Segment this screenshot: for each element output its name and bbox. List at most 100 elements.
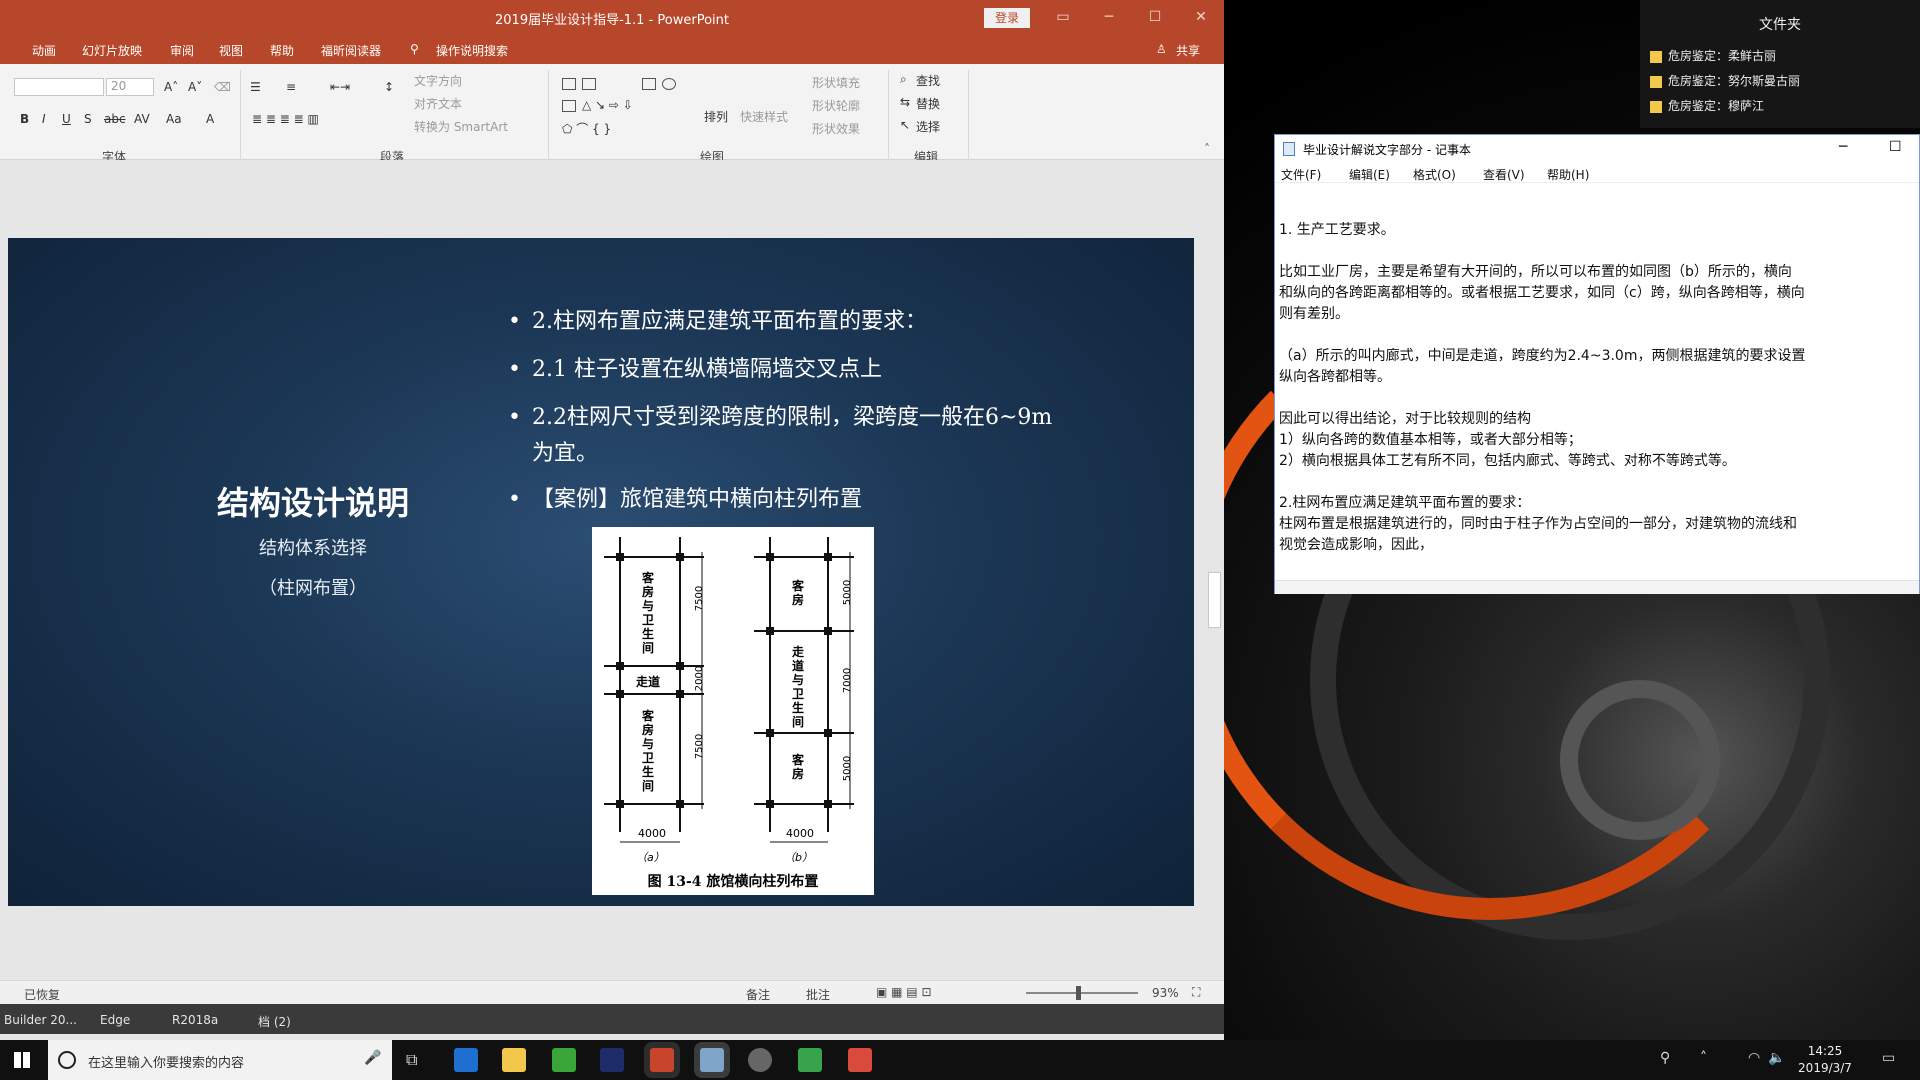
edge-icon[interactable] bbox=[454, 1048, 478, 1072]
login-button[interactable]: 登录 bbox=[984, 8, 1030, 28]
tab-review[interactable]: 审阅 bbox=[170, 42, 194, 59]
scrollbar-thumb[interactable] bbox=[1208, 572, 1221, 628]
zoom-level[interactable]: 93% bbox=[1152, 986, 1179, 1000]
app-people-icon[interactable] bbox=[748, 1048, 772, 1072]
triangle-shape-icon[interactable]: △ ↘ ⇨ ⇩ bbox=[582, 98, 633, 112]
maximize-icon[interactable]: ☐ bbox=[1140, 5, 1170, 29]
fit-slide-icon[interactable]: ⛶ bbox=[1192, 985, 1200, 1000]
clock-time[interactable]: 14:25 bbox=[1794, 1044, 1856, 1058]
share-button[interactable]: 共享 bbox=[1176, 42, 1200, 59]
bullets-icon[interactable]: ☰ bbox=[250, 80, 261, 94]
convert-smartart-button[interactable]: 转换为 SmartArt bbox=[414, 118, 508, 135]
photoshop-icon[interactable] bbox=[600, 1048, 624, 1072]
folder-item[interactable]: 危房鉴定：柔鲜古丽 bbox=[1650, 45, 1776, 67]
font-color-icon[interactable]: A bbox=[206, 112, 214, 126]
menu-file[interactable]: 文件(F) bbox=[1281, 166, 1321, 183]
select-icon: ↖ bbox=[900, 118, 911, 132]
zoom-slider-thumb[interactable] bbox=[1076, 986, 1081, 1000]
taskbar-search[interactable]: 在这里输入你要搜索的内容 🎤 bbox=[48, 1040, 392, 1080]
menu-format[interactable]: 格式(O) bbox=[1413, 166, 1456, 183]
tab-foxit[interactable]: 福昕阅读器 bbox=[321, 42, 381, 59]
shadow-icon[interactable]: S bbox=[84, 112, 92, 126]
spacing-icon[interactable]: AV bbox=[134, 112, 150, 126]
microphone-icon[interactable]: 🎤 bbox=[364, 1050, 381, 1066]
tab-animations[interactable]: 动画 bbox=[32, 42, 56, 59]
folder-item[interactable]: 危房鉴定：穆萨江 bbox=[1650, 95, 1764, 117]
tell-me-search[interactable]: 操作说明搜索 bbox=[436, 42, 508, 59]
tab-help[interactable]: 帮助 bbox=[270, 42, 294, 59]
shape-fill-button[interactable]: 形状填充 bbox=[812, 74, 860, 91]
find-button[interactable]: 查找 bbox=[916, 72, 940, 89]
font-size-combo[interactable]: 20 bbox=[106, 78, 154, 96]
italic-icon[interactable]: I bbox=[42, 112, 46, 126]
shrink-font-icon[interactable]: A˅ bbox=[188, 80, 202, 94]
vertical-scrollbar[interactable] bbox=[1206, 160, 1224, 980]
network-icon[interactable]: ◠ bbox=[1748, 1050, 1760, 1066]
rectangle-shape-icon[interactable] bbox=[642, 78, 656, 90]
notepad-text-area[interactable]: 1. 生产工艺要求。 比如工业厂房，主要是希望有大开间的，所以可以布置的如同图（… bbox=[1275, 184, 1919, 580]
minimize-icon[interactable]: ─ bbox=[1094, 5, 1124, 29]
menu-view[interactable]: 查看(V) bbox=[1483, 166, 1525, 183]
dimension-label: 5000 bbox=[842, 579, 854, 606]
line-spacing-icon[interactable]: ↕ bbox=[384, 80, 394, 94]
minimize-icon[interactable]: ─ bbox=[1839, 139, 1847, 155]
shape-gallery-icon[interactable] bbox=[562, 78, 576, 90]
notepad-taskbar-icon[interactable] bbox=[700, 1048, 724, 1072]
windows-start-icon[interactable] bbox=[14, 1052, 30, 1068]
find-icon: ⌕ bbox=[900, 72, 907, 86]
tab-view[interactable]: 视图 bbox=[219, 42, 243, 59]
select-button[interactable]: 选择 bbox=[916, 118, 940, 135]
text-direction-button[interactable]: 文字方向 bbox=[414, 72, 462, 89]
shape-outline-button[interactable]: 形状轮廓 bbox=[812, 97, 860, 114]
volume-muted-icon[interactable]: 🔈 bbox=[1768, 1050, 1785, 1066]
menu-help[interactable]: 帮助(H) bbox=[1547, 166, 1589, 183]
task-view-icon[interactable]: ⧉ bbox=[406, 1050, 417, 1070]
indent-icon[interactable]: ⇤⇥ bbox=[330, 80, 350, 94]
notifications-icon[interactable]: ▭ bbox=[1882, 1050, 1895, 1066]
folder-icon bbox=[1650, 50, 1662, 63]
collapse-ribbon-icon[interactable]: ˄ bbox=[1204, 142, 1210, 156]
clear-format-icon[interactable]: ⌫ bbox=[214, 80, 231, 94]
shape-effects-button[interactable]: 形状效果 bbox=[812, 120, 860, 137]
clock-date[interactable]: 2019/3/7 bbox=[1794, 1061, 1856, 1075]
chevron-up-icon[interactable]: ˄ bbox=[1700, 1050, 1707, 1066]
camtasia-icon[interactable] bbox=[798, 1048, 822, 1072]
tab-slideshow[interactable]: 幻灯片放映 bbox=[82, 42, 142, 59]
comments-button[interactable]: 批注 bbox=[806, 986, 830, 1003]
text-line: 则有差别。 bbox=[1279, 306, 1349, 322]
grow-font-icon[interactable]: A˄ bbox=[164, 80, 178, 94]
font-name-combo[interactable] bbox=[14, 78, 104, 96]
camtasia-recorder-icon[interactable] bbox=[848, 1048, 872, 1072]
arrange-button[interactable]: 排列 bbox=[704, 108, 728, 125]
view-normal-icon[interactable]: ▣ ▦ ▤ ⊡ bbox=[876, 985, 932, 999]
folder-item[interactable]: 危房鉴定：努尔斯曼古丽 bbox=[1650, 70, 1800, 92]
folder-icon bbox=[1650, 75, 1662, 88]
shape-gallery-icon[interactable] bbox=[562, 100, 576, 112]
slide[interactable]: 结构设计说明 结构体系选择 （柱网布置） • 2.柱网布置应满足建筑平面布置的要求… bbox=[8, 238, 1194, 906]
align-text-button[interactable]: 对齐文本 bbox=[414, 95, 462, 112]
menu-edit[interactable]: 编辑(E) bbox=[1349, 166, 1390, 183]
ribbon-display-icon[interactable]: ▭ bbox=[1048, 5, 1078, 29]
shape-gallery-icon[interactable] bbox=[582, 78, 596, 90]
people-icon[interactable]: ⚲ bbox=[1660, 1050, 1670, 1066]
file-explorer-icon[interactable] bbox=[502, 1048, 526, 1072]
iqiyi-icon[interactable] bbox=[552, 1048, 576, 1072]
close-icon[interactable]: ✕ bbox=[1186, 5, 1216, 29]
shapes-row-icon[interactable]: ⬠ ⌒ { } bbox=[562, 120, 611, 137]
align-icons[interactable]: ≣ ≣ ≣ ≣ ▥ bbox=[252, 112, 319, 126]
folder-panel-title: 文件夹 bbox=[1759, 17, 1801, 33]
underline-icon[interactable]: U bbox=[62, 112, 71, 126]
change-case-icon[interactable]: Aa bbox=[166, 112, 182, 126]
zoom-slider[interactable] bbox=[1026, 992, 1138, 994]
oval-shape-icon[interactable] bbox=[662, 78, 676, 90]
horizontal-scrollbar[interactable] bbox=[1275, 580, 1919, 594]
powerpoint-icon[interactable] bbox=[650, 1048, 674, 1072]
replace-button[interactable]: 替换 bbox=[916, 95, 940, 112]
strikethrough-icon[interactable]: abc bbox=[104, 112, 126, 126]
numbering-icon[interactable]: ≡ bbox=[286, 80, 296, 94]
quick-styles-button[interactable]: 快速样式 bbox=[740, 108, 788, 125]
bold-icon[interactable]: B bbox=[20, 112, 29, 126]
column-layout-figure[interactable]: 客房与卫生间 走道 客房与卫生间 客房 走道与卫生间 客房 7500 2000 … bbox=[592, 527, 874, 895]
notes-button[interactable]: 备注 bbox=[746, 986, 770, 1003]
maximize-icon[interactable]: ☐ bbox=[1889, 139, 1902, 155]
